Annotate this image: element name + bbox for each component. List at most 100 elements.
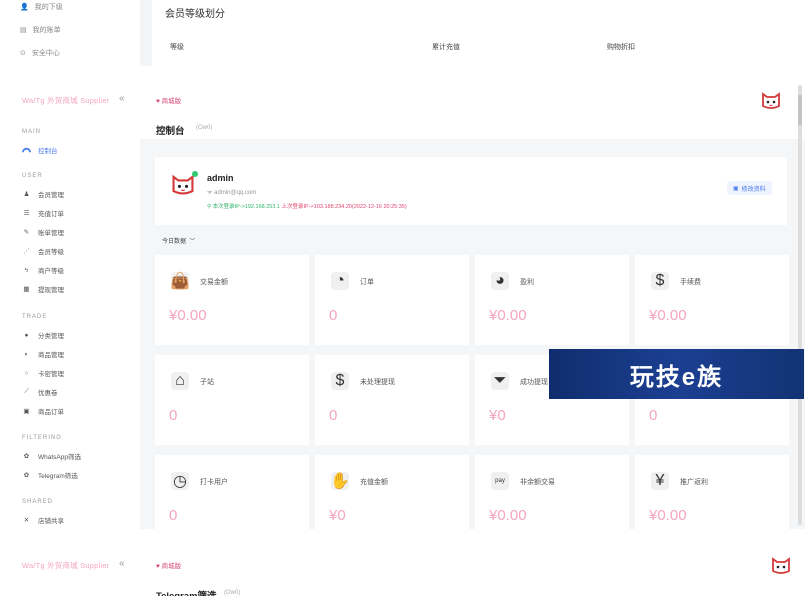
- page-title: Telegram筛选: [156, 588, 217, 596]
- sidebar-item-label: 我的账单: [32, 27, 61, 34]
- pie-icon: ◐: [24, 350, 29, 358]
- watermark-banner: 玩技e族: [549, 349, 804, 399]
- sidebar: Wa/Tg 外贸商城 Supplier « MAIN 控制台 USER ♟ 会员…: [0, 79, 140, 529]
- stat-label: 充值金额: [360, 479, 388, 486]
- top-strip: 👤 我的下级 ▤ 我的账单 ⊙ 安全中心 会员等级划分 等级 累计充值 购物折扣: [0, 0, 805, 66]
- cat-avatar-icon: [772, 557, 790, 574]
- stat-label: 成功提现: [520, 379, 548, 386]
- last-login-ip: 上次登录IP->103.188.234.20(2022-12-16 20:25:…: [281, 204, 407, 210]
- profile-email: ᯤ admin@qq.com: [207, 188, 256, 196]
- sidebar-item-merchant-levels[interactable]: ϟ 商户等级: [22, 265, 64, 276]
- sidebar-item-product-orders[interactable]: ▣ 商品订单: [22, 406, 64, 416]
- stat-value: ¥0.00: [489, 307, 527, 324]
- list-icon: ☰: [23, 210, 30, 217]
- stat-value: ¥0.00: [649, 507, 687, 524]
- sidebar-item-categories[interactable]: ● 分类管理: [22, 330, 64, 341]
- stat-value: ¥0: [489, 407, 506, 424]
- sidebar-item-subordinates[interactable]: 👤 我的下级: [20, 2, 63, 12]
- share-icon: ⋰: [23, 248, 30, 255]
- page-subtitle: (Ow0): [196, 125, 213, 131]
- sidebar-item-coupons[interactable]: ⟋ 优惠卷: [22, 387, 57, 397]
- chevron-down-icon: ﹀: [187, 239, 196, 245]
- stat-card-profit: ◕ 盈利 ¥0.00: [475, 255, 629, 345]
- stat-value: ¥0.00: [649, 307, 687, 324]
- edit-profile-button[interactable]: ▣ 修改资料: [727, 181, 772, 195]
- filter-label: 今日数据: [162, 239, 187, 245]
- clock-icon: ◷: [171, 472, 189, 490]
- sidebar-item-recharge-orders[interactable]: ☰ 充值订单: [22, 208, 64, 218]
- date-filter-dropdown[interactable]: 今日数据 ﹀: [162, 236, 195, 245]
- pin-icon: ✎: [23, 229, 30, 236]
- scrollbar[interactable]: [798, 85, 802, 525]
- column-header-discount: 购物折扣: [607, 44, 635, 51]
- sidebar-item-label: 安全中心: [31, 50, 60, 57]
- user-avatar-menu[interactable]: [770, 554, 792, 576]
- shield-icon: ⊙: [20, 50, 26, 57]
- collapse-sidebar-icon[interactable]: «: [119, 558, 125, 569]
- stat-card-pending-withdrawals: $ 未处理提现 0: [315, 355, 469, 445]
- sidebar-item-label: 卡密管理: [38, 371, 64, 378]
- sidebar-item-dashboard[interactable]: 控制台: [22, 145, 58, 155]
- store-icon: ⌂: [171, 372, 189, 390]
- stat-label: 子站: [200, 379, 214, 386]
- sidebar-item-bills[interactable]: ▤ 我的账单: [20, 25, 61, 35]
- profile-name: admin: [207, 173, 234, 183]
- sidebar-item-withdrawals[interactable]: ▦ 提现管理: [22, 284, 64, 294]
- sidebar-item-bills[interactable]: ✎ 账单管理: [22, 227, 64, 237]
- sidebar-item-label: 会员管理: [38, 192, 64, 199]
- sidebar-item-member-levels[interactable]: ⋰ 会员等级: [22, 246, 64, 256]
- money-icon: $: [331, 372, 349, 390]
- sidebar-item-cards[interactable]: ○ 卡密管理: [22, 368, 64, 379]
- key-icon: ○: [24, 369, 29, 377]
- location-icon: ⚲: [207, 204, 212, 210]
- page-subtitle: (Ow0): [224, 590, 241, 596]
- stat-value: 0: [169, 507, 178, 524]
- tag-icon: ⟋: [24, 388, 29, 395]
- receipt-icon: ▤: [20, 27, 27, 34]
- section-filtering: FILTERING: [22, 435, 62, 441]
- box-icon: ▣: [23, 408, 30, 415]
- sidebar-item-label: 商品管理: [38, 352, 64, 359]
- dollar-icon: $: [651, 272, 669, 290]
- sidebar-item-label: 会员等级: [38, 249, 64, 256]
- user-icon: ♟: [23, 191, 30, 198]
- sidebar-item-whatsapp-filter[interactable]: ✿ WhatsApp筛选: [22, 451, 81, 461]
- top-sidebar: 👤 我的下级 ▤ 我的账单 ⊙ 安全中心: [0, 0, 140, 66]
- pie-chart-icon: ◕: [491, 272, 509, 290]
- sidebar-item-telegram-filter[interactable]: ✿ Telegram筛选: [22, 470, 78, 480]
- sidebar-item-shop-share[interactable]: ✕ 店铺共享: [22, 515, 64, 525]
- stat-value: ¥0.00: [169, 307, 207, 324]
- sidebar-item-label: 充值订单: [38, 211, 64, 218]
- bag-icon: 👜: [170, 272, 190, 290]
- stat-card-recharge-amount: ✋ 充值金额 ¥0: [315, 455, 469, 529]
- collapse-sidebar-icon[interactable]: «: [119, 93, 125, 104]
- login-ip-info: ⚲ 本次登录IP->192.168.253.1 上次登录IP->103.188.…: [207, 202, 407, 210]
- stat-label: 手续费: [680, 279, 701, 286]
- stat-label: 非余额交易: [520, 479, 555, 486]
- stat-label: 打卡用户: [200, 479, 228, 486]
- edit-profile-label: 修改资料: [741, 186, 766, 193]
- pie-chart-icon: ◔: [331, 272, 349, 290]
- edition-tag: ♥ 商城版: [156, 563, 182, 570]
- email-text: admin@qq.com: [214, 190, 257, 196]
- sidebar-item-products[interactable]: ◐ 商品管理: [22, 349, 64, 360]
- brand-logo: Wa/Tg 外贸商城 Supplier: [22, 96, 110, 105]
- stat-label: 盈利: [520, 279, 534, 286]
- sidebar-item-members[interactable]: ♟ 会员管理: [22, 189, 64, 199]
- stat-label: 未处理提现: [360, 379, 395, 386]
- sidebar-item-label: 账单管理: [38, 230, 64, 237]
- member-level-panel: 会员等级划分 等级 累计充值 购物折扣: [152, 0, 805, 66]
- scrollbar-thumb[interactable]: [798, 95, 802, 125]
- user-avatar-menu[interactable]: [760, 89, 782, 111]
- sidebar-item-label: 店铺共享: [38, 518, 64, 525]
- sidebar-item-security[interactable]: ⊙ 安全中心: [20, 48, 60, 58]
- sidebar-item-label: 分类管理: [38, 333, 64, 340]
- stat-value: ¥0.00: [489, 507, 527, 524]
- section-main: MAIN: [22, 129, 41, 135]
- stat-label: 订单: [360, 279, 374, 286]
- stat-value: 0: [329, 407, 338, 424]
- chat-icon: ●: [24, 331, 29, 339]
- stat-value: 0: [329, 307, 338, 324]
- stat-card-non-balance-trades: pay 非余额交易 ¥0.00: [475, 455, 629, 529]
- online-status-dot: [192, 171, 198, 177]
